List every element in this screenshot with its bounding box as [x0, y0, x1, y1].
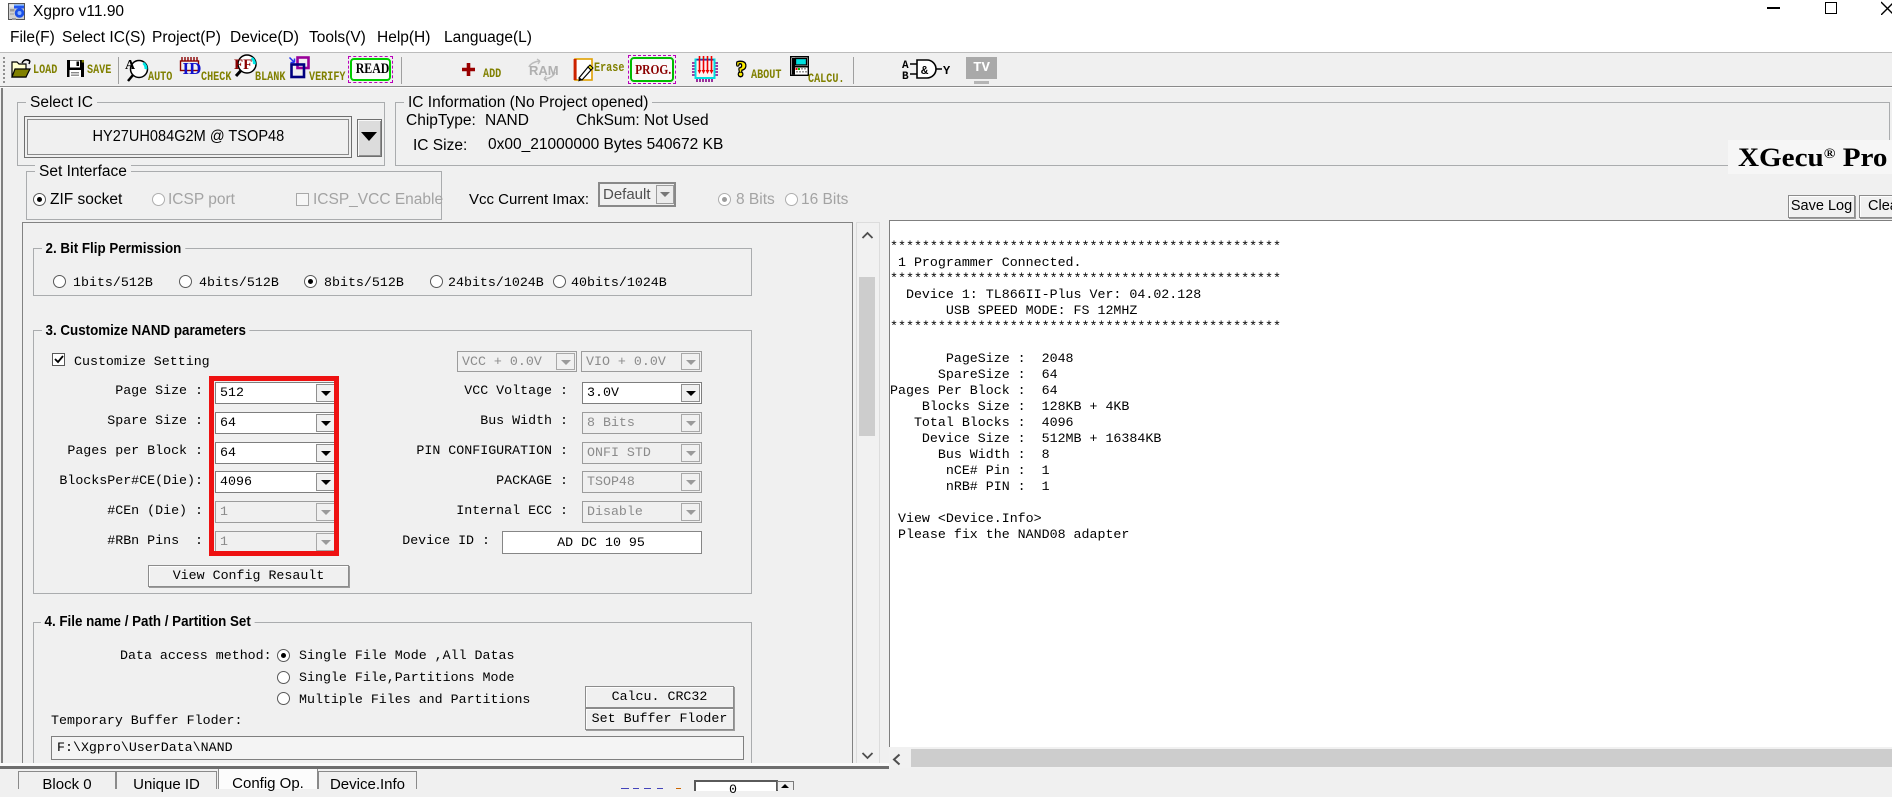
svg-text:A: A [125, 58, 136, 73]
svg-text:Y: Y [943, 64, 950, 78]
svg-text:RAM: RAM [529, 63, 558, 78]
svg-text:&: & [921, 64, 929, 78]
svg-text:ID: ID [183, 59, 202, 78]
svg-text:B: B [902, 71, 909, 81]
svg-text:FF: FF [234, 57, 252, 73]
